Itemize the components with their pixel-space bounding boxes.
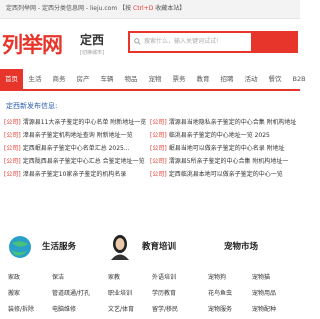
listings-right-column: [公司] 渭源县当地隐私亲子鉴定的中心合集 附机构地址 [公司] 临洮县亲子鉴定的中… <box>150 115 296 180</box>
list-item[interactable]: [公司] 渭源县当地隐私亲子鉴定的中心合集 附机构地址 <box>150 115 296 128</box>
topbar-text: 定西列举网 - 定西分类信息网 - lieju.com 【按 <box>6 5 133 12</box>
category-sections: 生活服务 家政 保洁 搬家 管道疏通/打孔 装修/拆除 电脑维修 教育培训 家教 外语培… <box>0 226 300 313</box>
category-link[interactable]: 留学/移民 <box>152 303 196 317</box>
list-item[interactable]: [公司] 岷县当地可以做亲子鉴定的中心名录 附地址 <box>150 141 296 154</box>
category-pets: 宠物市场 宠物狗 宠物猫 花鸟鱼虫 宠物用品 宠物服务 宠物配种 <box>200 226 300 313</box>
category-link[interactable]: 文艺/体育 <box>108 303 152 317</box>
switch-city-link[interactable]: [切换城市] <box>80 49 104 56</box>
category-link[interactable]: 宠物用品 <box>252 287 296 301</box>
category-links: 家政 保洁 搬家 管道疏通/打孔 装修/拆除 电脑维修 <box>8 271 104 319</box>
nav-item-b2b[interactable]: B2B <box>287 69 311 89</box>
nav-item-education[interactable]: 教育 <box>191 69 215 89</box>
nav-item-life[interactable]: 生活 <box>23 69 47 89</box>
new-listings: [公司] 渭源县11大亲子鉴定的中心名单 附新地址一览 [公司] 漳县亲子鉴定机构地… <box>0 115 300 180</box>
list-item-tag: [公司] <box>150 158 167 165</box>
nav-item-goods[interactable]: 物品 <box>119 69 143 89</box>
list-item-tag: [公司] <box>4 145 21 152</box>
list-item[interactable]: [公司] 渭源县5所亲子鉴定的中心合集 附机构地址一 <box>150 154 296 167</box>
category-education: 教育培训 家教 外语培训 职业培训 学历教育 文艺/体育 留学/移民 <box>100 226 200 313</box>
site-logo[interactable]: 列举网 <box>2 29 63 59</box>
list-item-tag: [公司] <box>4 171 21 178</box>
category-title[interactable]: 生活服务 <box>42 240 76 252</box>
list-item[interactable]: [公司] 定西陇西县亲子鉴定中心汇总 合鉴定地址一览 <box>4 154 150 167</box>
globe-icon <box>9 236 31 258</box>
category-links: 家教 外语培训 职业培训 学历教育 文艺/体育 留学/移民 <box>108 271 204 319</box>
category-title[interactable]: 宠物市场 <box>224 240 258 252</box>
listings-left-column: [公司] 渭源县11大亲子鉴定的中心名单 附新地址一览 [公司] 漳县亲子鉴定机构地… <box>4 115 150 180</box>
list-item[interactable]: [公司] 定西临洮县本地可以做亲子鉴定的中心一览 <box>150 167 296 180</box>
list-item-link[interactable]: 渭源县11大亲子鉴定的中心名单 附新地址一览 <box>23 117 147 126</box>
nav-item-events[interactable]: 活动 <box>239 69 263 89</box>
nav-item-business[interactable]: 商务 <box>47 69 71 89</box>
nav-item-pets[interactable]: 宠物 <box>143 69 167 89</box>
top-info-bar: 定西列举网 - 定西分类信息网 - lieju.com 【按 Ctrl+D 收藏… <box>0 0 300 19</box>
person-icon <box>111 235 129 260</box>
current-city: 定西 <box>80 33 105 47</box>
list-item-link[interactable]: 漳县亲子鉴定10家亲子鉴定的机构名录 <box>23 169 127 178</box>
nav-item-home[interactable]: 首页 <box>0 69 23 89</box>
list-item-link[interactable]: 渭源县当地隐私亲子鉴定的中心合集 附机构地址 <box>169 117 296 126</box>
list-item-tag: [公司] <box>4 119 21 126</box>
nav-item-car[interactable]: 车辆 <box>95 69 119 89</box>
search-input[interactable]: 搜索什么，输入关键词试试! <box>128 31 253 53</box>
category-links: 宠物狗 宠物猫 花鸟鱼虫 宠物用品 宠物服务 宠物配种 <box>208 271 304 319</box>
list-item-tag: [公司] <box>150 119 167 126</box>
list-item-tag: [公司] <box>150 132 167 139</box>
category-link[interactable]: 外语培训 <box>152 271 196 285</box>
list-item-link[interactable]: 定西临洮县本地可以做亲子鉴定的中心一览 <box>169 169 283 178</box>
category-link[interactable]: 电脑维修 <box>52 303 96 317</box>
list-item-tag: [公司] <box>150 171 167 178</box>
list-item-link[interactable]: 定西岷县亲子鉴定中心名单汇总 2025... <box>23 143 130 152</box>
nav-item-tickets[interactable]: 票务 <box>167 69 191 89</box>
category-link[interactable]: 管道疏通/打孔 <box>52 287 96 301</box>
category-link[interactable]: 花鸟鱼虫 <box>208 287 252 301</box>
category-link[interactable]: 家教 <box>108 271 152 285</box>
new-listings-title: 定西新发布信息: <box>6 102 58 110</box>
nav-item-jobs[interactable]: 招聘 <box>215 69 239 89</box>
list-item-link[interactable]: 定西陇西县亲子鉴定中心汇总 合鉴定地址一览 <box>23 156 145 165</box>
search-icon <box>134 38 141 45</box>
category-link[interactable]: 宠物猫 <box>252 271 296 285</box>
list-item-link[interactable]: 漳县亲子鉴定机构地址查询 附新地址一览 <box>23 130 133 139</box>
site-header: 列举网 定西 [切换城市] 搜索什么，输入关键词试试! <box>0 19 300 69</box>
list-item[interactable]: [公司] 渭源县11大亲子鉴定的中心名单 附新地址一览 <box>4 115 150 128</box>
nav-item-food[interactable]: 餐饮 <box>263 69 287 89</box>
category-link[interactable]: 宠物服务 <box>208 303 252 317</box>
main-nav: 首页 生活 商务 房产 车辆 物品 宠物 票务 教育 招聘 活动 餐饮 B2B <box>0 69 306 91</box>
category-link[interactable]: 宠物狗 <box>208 271 252 285</box>
category-link[interactable]: 宠物配种 <box>252 303 296 317</box>
category-life-services: 生活服务 家政 保洁 搬家 管道疏通/打孔 装修/拆除 电脑维修 <box>0 226 100 313</box>
list-item-tag: [公司] <box>4 158 21 165</box>
list-item-link[interactable]: 渭源县5所亲子鉴定的中心合集 附机构地址一 <box>169 156 289 165</box>
list-item[interactable]: [公司] 漳县亲子鉴定机构地址查询 附新地址一览 <box>4 128 150 141</box>
list-item-link[interactable]: 临洮县亲子鉴定的中心地址一览 2025 <box>169 130 270 139</box>
list-item-tag: [公司] <box>150 145 167 152</box>
nav-item-house[interactable]: 房产 <box>71 69 95 89</box>
search-placeholder: 搜索什么，输入关键词试试! <box>144 38 219 45</box>
list-item-link[interactable]: 岷县当地可以做亲子鉴定的中心名录 附地址 <box>169 143 285 152</box>
topbar-shortcut: Ctrl+D <box>133 5 154 12</box>
category-link[interactable]: 职业培训 <box>108 287 152 301</box>
list-item[interactable]: [公司] 定西岷县亲子鉴定中心名单汇总 2025... <box>4 141 150 154</box>
search-button[interactable] <box>253 31 298 53</box>
list-item-tag: [公司] <box>4 132 21 139</box>
category-link[interactable]: 学历教育 <box>152 287 196 301</box>
topbar-suffix: 收藏本站】 <box>153 5 186 12</box>
category-link[interactable]: 保洁 <box>52 271 96 285</box>
category-link[interactable]: 搬家 <box>8 287 52 301</box>
category-link[interactable]: 装修/拆除 <box>8 303 52 317</box>
list-item[interactable]: [公司] 漳县亲子鉴定10家亲子鉴定的机构名录 <box>4 167 150 180</box>
category-title[interactable]: 教育培训 <box>142 240 176 252</box>
list-item[interactable]: [公司] 临洮县亲子鉴定的中心地址一览 2025 <box>150 128 296 141</box>
category-link[interactable]: 家政 <box>8 271 52 285</box>
